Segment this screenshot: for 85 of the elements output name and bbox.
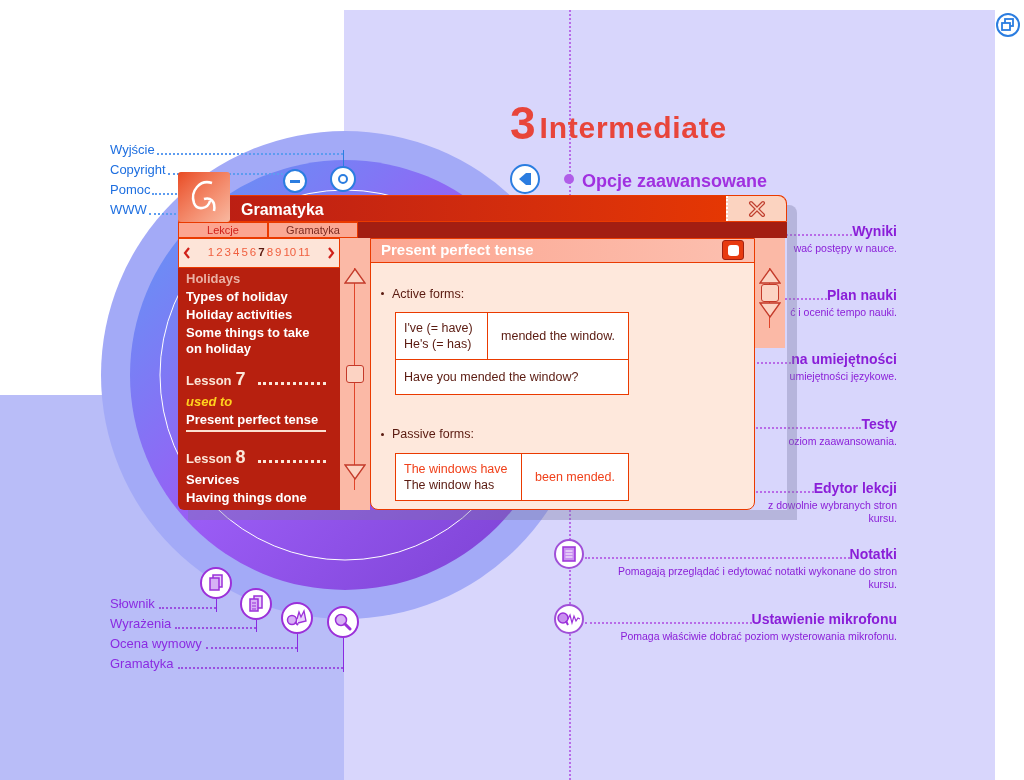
form-text: The window has (404, 477, 496, 493)
tool-link[interactable]: Wyrażenia (110, 616, 172, 632)
previous-icon[interactable] (183, 247, 191, 259)
option-description: Pomagają przeglądać i edytować notatki wykonane do stron kursu. (618, 565, 897, 591)
grammar-topic[interactable]: used to (186, 393, 326, 411)
scroll-down-icon[interactable] (344, 464, 366, 480)
option-description: ć i ocenić tempo nauki. (790, 306, 897, 319)
tool-link[interactable]: Słownik (110, 596, 155, 612)
notepad-icon (562, 546, 576, 562)
magnifier-icon (334, 613, 352, 631)
lesson-topic[interactable]: Services (186, 471, 326, 489)
books-icon (208, 574, 224, 592)
lesson-topic[interactable]: Some things to take on holiday (186, 324, 326, 358)
scroll-up-icon[interactable] (344, 268, 366, 284)
option-description: Pomaga właściwie dobrać poziom wysterowania mikrofonu. (620, 630, 897, 643)
lesson-number-link[interactable]: 1 (206, 244, 216, 262)
scroll-down-icon[interactable] (759, 302, 781, 318)
option-title[interactable]: Ustawienie mikrofonu (751, 610, 897, 628)
option-title[interactable]: Notatki (849, 545, 897, 563)
lesson-topic[interactable]: Having things done (186, 489, 326, 507)
window-tab[interactable]: Lekcje (178, 222, 268, 238)
lesson-label: Lesson (186, 372, 232, 390)
lesson-number: 7 (235, 368, 246, 391)
lesson-number-link[interactable]: 5 (240, 244, 249, 262)
documents-icon (248, 595, 264, 613)
form-text: He's (= has) (404, 336, 473, 353)
scroll-thumb[interactable] (346, 365, 364, 383)
form-text: The windows have (404, 461, 509, 477)
option-description: umiejętności językowe. (789, 370, 897, 383)
content-scrollbar[interactable] (755, 238, 785, 348)
lesson-number-link[interactable]: 3 (223, 244, 232, 262)
lesson-number-link[interactable]: 2 (215, 244, 224, 262)
form-text: mended the window. (501, 328, 615, 345)
option-title[interactable]: na umiejętności (791, 350, 897, 368)
window-title: Gramatyka (241, 200, 324, 220)
lesson-number-link[interactable]: 11 (297, 244, 312, 262)
menu-link[interactable]: WWW (110, 202, 147, 218)
logo-icon (178, 172, 230, 222)
lesson-number-link[interactable]: 9 (274, 244, 283, 262)
menu-link[interactable]: Copyright (110, 162, 166, 178)
option-title[interactable]: Plan nauki (826, 286, 897, 304)
close-button[interactable] (726, 196, 786, 221)
bullet-icon (381, 433, 384, 437)
option-description: oziom zaawansowania. (788, 435, 897, 448)
option-title[interactable]: Testy (861, 415, 897, 433)
lesson-number-link[interactable]: 6 (248, 244, 258, 262)
lesson-label: Lesson (186, 450, 232, 468)
lesson-number-link[interactable]: 8 (265, 244, 275, 262)
level-number: 3 (510, 100, 536, 146)
microphone-wave-icon (557, 611, 581, 627)
menu-link[interactable]: Pomoc (110, 182, 151, 198)
next-icon[interactable] (327, 247, 335, 259)
tool-link[interactable]: Ocena wymowy (110, 636, 202, 652)
lesson-topic[interactable]: Holiday activities (186, 306, 326, 324)
form-text: been mended. (535, 469, 615, 485)
level-title: Intermediate (539, 110, 727, 146)
option-title[interactable]: Wyniki (852, 222, 897, 240)
window-tab[interactable]: Gramatyka (268, 222, 358, 238)
back-arrow-icon (518, 172, 532, 186)
scroll-thumb[interactable] (761, 284, 779, 302)
restore-window-icon[interactable] (996, 13, 1020, 37)
scroll-up-icon[interactable] (759, 268, 781, 284)
section-label: Passive forms: (392, 426, 474, 444)
lesson-number: 8 (235, 446, 246, 469)
form-text: I've (= have) (404, 320, 474, 337)
lesson-scrollbar[interactable] (340, 238, 370, 510)
section-title: Opcje zaawansowane (582, 170, 768, 193)
lesson-number-link[interactable]: 7 (257, 244, 266, 262)
form-text: Have you mended the window? (404, 369, 580, 386)
content-title: Present perfect tense (381, 240, 535, 260)
option-title[interactable]: Edytor lekcji (813, 479, 897, 497)
lesson-topic[interactable]: Holidays (186, 270, 326, 288)
lesson-topic[interactable]: Present perfect tense (186, 411, 326, 432)
menu-link[interactable]: Wyjście (110, 142, 155, 158)
maximize-button[interactable] (722, 240, 744, 261)
option-description: wać postępy w nauce. (793, 242, 897, 255)
close-icon (748, 199, 766, 218)
speech-wave-icon (286, 609, 308, 627)
section-label: Active forms: (392, 285, 465, 303)
bullet-icon (381, 292, 384, 296)
lesson-topic[interactable]: Types of holiday (186, 288, 326, 306)
tool-link[interactable]: Gramatyka (110, 656, 174, 672)
lesson-number-link[interactable]: 10 (282, 244, 298, 262)
option-description: z dowolnie wybranych stron kursu. (768, 499, 897, 525)
lesson-number-link[interactable]: 4 (232, 244, 241, 262)
